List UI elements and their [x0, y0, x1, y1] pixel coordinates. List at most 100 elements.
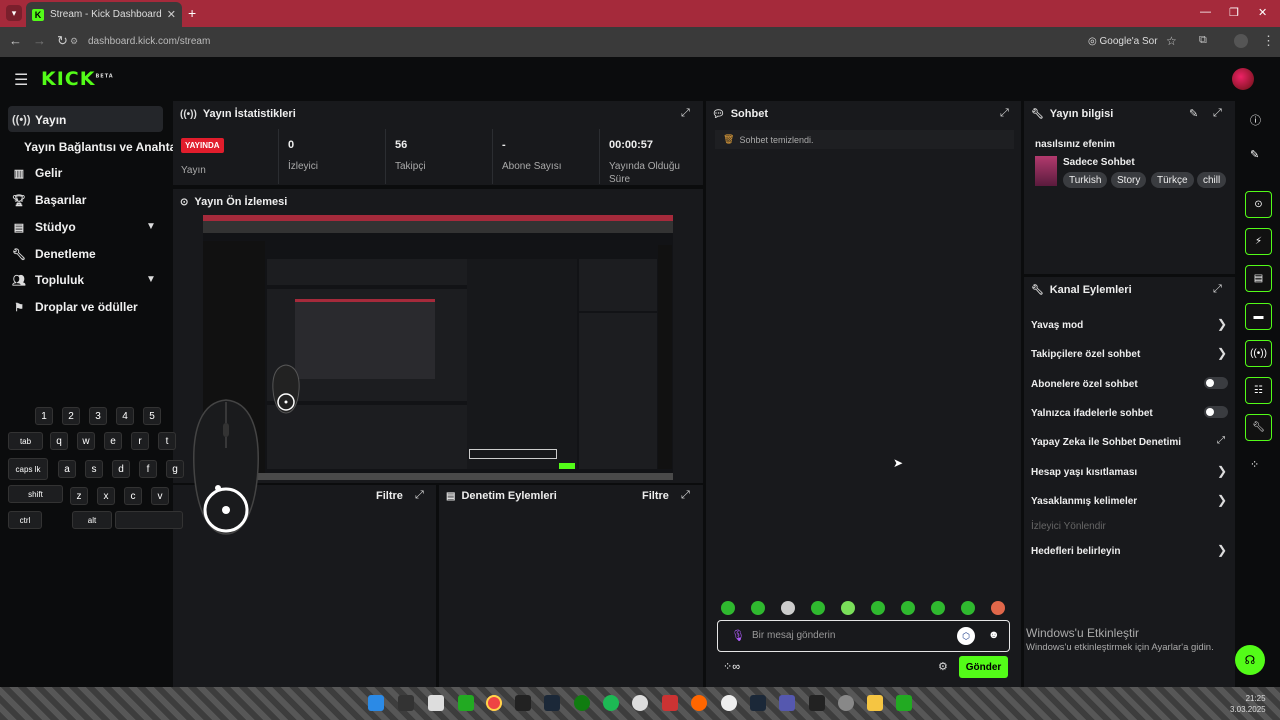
folder-icon[interactable] — [867, 695, 883, 711]
site-info-icon[interactable]: ⚙ — [70, 36, 78, 47]
emote-icon[interactable] — [781, 601, 795, 615]
info-icon[interactable]: ⓘ — [1250, 112, 1261, 128]
subs-only-toggle[interactable] — [1204, 377, 1228, 389]
rail-quick-actions-button[interactable]: ⚡︎ — [1245, 228, 1272, 255]
emoji-icon[interactable]: ☻ — [988, 629, 1000, 641]
expand-icon[interactable]: ⤢ — [681, 107, 690, 120]
epic-games-icon[interactable] — [515, 695, 531, 711]
sidebar-item-drops[interactable]: ⚑ Droplar ve ödüller — [12, 300, 138, 314]
xbox-icon[interactable] — [574, 695, 590, 711]
emote-icon[interactable] — [871, 601, 885, 615]
set-goals-item[interactable]: Hedefleri belirleyin — [1031, 546, 1120, 557]
expand-icon[interactable]: ⤢ — [1213, 283, 1222, 296]
ai-moderation-item[interactable]: Yapay Zeka ile Sohbet Denetimi — [1031, 437, 1181, 448]
avatar[interactable] — [1232, 68, 1254, 90]
spotify-icon[interactable] — [603, 695, 619, 711]
tab-menu-icon[interactable]: ▾ — [6, 5, 22, 21]
chevron-right-icon[interactable]: ❯ — [1217, 493, 1227, 507]
search-icon[interactable] — [398, 695, 414, 711]
kick-tokens-icon[interactable]: ⁘∞ — [723, 660, 740, 673]
rail-mod-actions-button[interactable]: ▤ — [1245, 265, 1272, 292]
windows-start-icon[interactable] — [368, 695, 384, 711]
expand-icon[interactable]: ⤢ — [1213, 107, 1222, 120]
kick-logo[interactable]: KICKBETA — [41, 68, 114, 90]
app-icon[interactable] — [721, 695, 737, 711]
rail-chat-button[interactable]: ▬ — [1245, 303, 1272, 330]
extensions-icon[interactable]: ⧉ — [1199, 34, 1207, 47]
sidebar-item-stream-key[interactable]: Yayın Bağlantısı ve Anahtarı — [24, 140, 184, 154]
emote-icon[interactable] — [991, 601, 1005, 615]
sidebar-item-achievements[interactable]: 🏆︎ Başarılar — [12, 193, 86, 207]
filter-button[interactable]: Filtre — [642, 490, 669, 502]
browser-tab[interactable]: K Stream - Kick Dashboard ✕ — [26, 2, 182, 27]
obs-icon[interactable] — [632, 695, 648, 711]
steam-icon[interactable] — [544, 695, 560, 711]
emote-icon[interactable] — [751, 601, 765, 615]
maximize-icon[interactable]: ❐ — [1229, 6, 1239, 19]
chrome-icon[interactable] — [486, 695, 502, 711]
steam-icon[interactable] — [750, 695, 766, 711]
external-link-icon[interactable]: ⤢ — [1217, 435, 1225, 446]
google-ask-button[interactable]: ◎ Google'a Sor — [1088, 36, 1158, 47]
teams-icon[interactable] — [779, 695, 795, 711]
reload-icon[interactable]: ↻ — [57, 33, 68, 49]
kick-tokens-icon[interactable]: ⁘ — [1250, 458, 1259, 471]
url-field[interactable]: dashboard.kick.com/stream — [88, 36, 210, 47]
emote-icon[interactable] — [961, 601, 975, 615]
stream-preview-video[interactable] — [203, 215, 673, 480]
bookmark-star-icon[interactable]: ☆ — [1166, 34, 1177, 48]
profile-icon[interactable] — [1234, 34, 1248, 48]
sidebar-item-community[interactable]: 👥︎ Topluluk — [12, 273, 84, 287]
chevron-down-icon[interactable]: ▼ — [146, 274, 156, 285]
expand-icon[interactable]: ⤢ — [415, 489, 424, 502]
edit-pencil-icon[interactable]: ✎ — [1189, 107, 1198, 120]
chevron-right-icon[interactable]: ❯ — [1217, 346, 1227, 360]
expand-icon[interactable]: ⤢ — [1000, 107, 1009, 120]
edit-pencil-icon[interactable]: ✎ — [1250, 148, 1259, 161]
hamburger-menu-icon[interactable]: ☰ — [14, 70, 28, 90]
file-icon[interactable] — [428, 695, 444, 711]
account-age-item[interactable]: Hesap yaşı kısıtlaması — [1031, 467, 1137, 478]
browser-menu-icon[interactable]: ⋮ — [1262, 33, 1275, 49]
app-icon[interactable] — [662, 695, 678, 711]
minimize-icon[interactable]: — — [1200, 6, 1211, 18]
send-button[interactable]: Gönder — [959, 656, 1008, 678]
chevron-right-icon[interactable]: ❯ — [1217, 317, 1227, 331]
app-icon[interactable] — [809, 695, 825, 711]
nvidia-icon[interactable] — [896, 695, 912, 711]
app-icon[interactable] — [691, 695, 707, 711]
chevron-down-icon[interactable]: ▼ — [146, 221, 156, 232]
emote-icon[interactable] — [811, 601, 825, 615]
chat-input[interactable]: 🎙︎ Bir mesaj gönderin ⬡ ☻ — [717, 620, 1010, 652]
banned-words-item[interactable]: Yasaklanmış kelimeler — [1031, 496, 1137, 507]
emote-icon[interactable] — [841, 601, 855, 615]
rail-stats-button[interactable]: ((•)) — [1245, 340, 1272, 367]
emote-icon[interactable] — [721, 601, 735, 615]
expand-icon[interactable]: ⤢ — [681, 489, 690, 502]
forward-icon[interactable]: → — [33, 33, 46, 48]
settings-icon[interactable]: ⚙ — [938, 660, 948, 673]
sidebar-item-moderation[interactable]: 🔧︎ Denetleme — [12, 247, 96, 261]
filter-button[interactable]: Filtre — [376, 490, 403, 502]
emotes-only-toggle[interactable] — [1204, 406, 1228, 418]
rail-channel-actions-button[interactable]: 🔧︎ — [1245, 414, 1272, 441]
chevron-right-icon[interactable]: ❯ — [1217, 543, 1227, 557]
microphone-icon[interactable]: 🎙︎ — [731, 629, 745, 642]
new-tab-icon[interactable]: + — [188, 5, 196, 21]
rail-layout-button[interactable]: ☷ — [1245, 377, 1272, 404]
app-icon[interactable] — [838, 695, 854, 711]
sidebar-item-stream[interactable]: ((•)) Yayın — [12, 113, 66, 127]
sidebar-item-studio[interactable]: ▤ Stüdyo — [12, 220, 76, 234]
system-clock[interactable]: 21:25 3.03.2025 — [1230, 693, 1266, 715]
back-icon[interactable]: ← — [9, 33, 22, 48]
bot-icon[interactable]: ⬡ — [957, 627, 975, 645]
emote-icon[interactable] — [901, 601, 915, 615]
followers-only-item[interactable]: Takipçilere özel sohbet — [1031, 349, 1140, 360]
window-close-icon[interactable]: ✕ — [1258, 6, 1267, 19]
chevron-right-icon[interactable]: ❯ — [1217, 464, 1227, 478]
slow-mode-item[interactable]: Yavaş mod — [1031, 320, 1083, 331]
nvidia-icon[interactable] — [458, 695, 474, 711]
tab-close-icon[interactable]: ✕ — [167, 8, 176, 21]
sidebar-item-revenue[interactable]: ▥ Gelir — [12, 166, 63, 180]
rail-preview-button[interactable]: ⊙ — [1245, 191, 1272, 218]
